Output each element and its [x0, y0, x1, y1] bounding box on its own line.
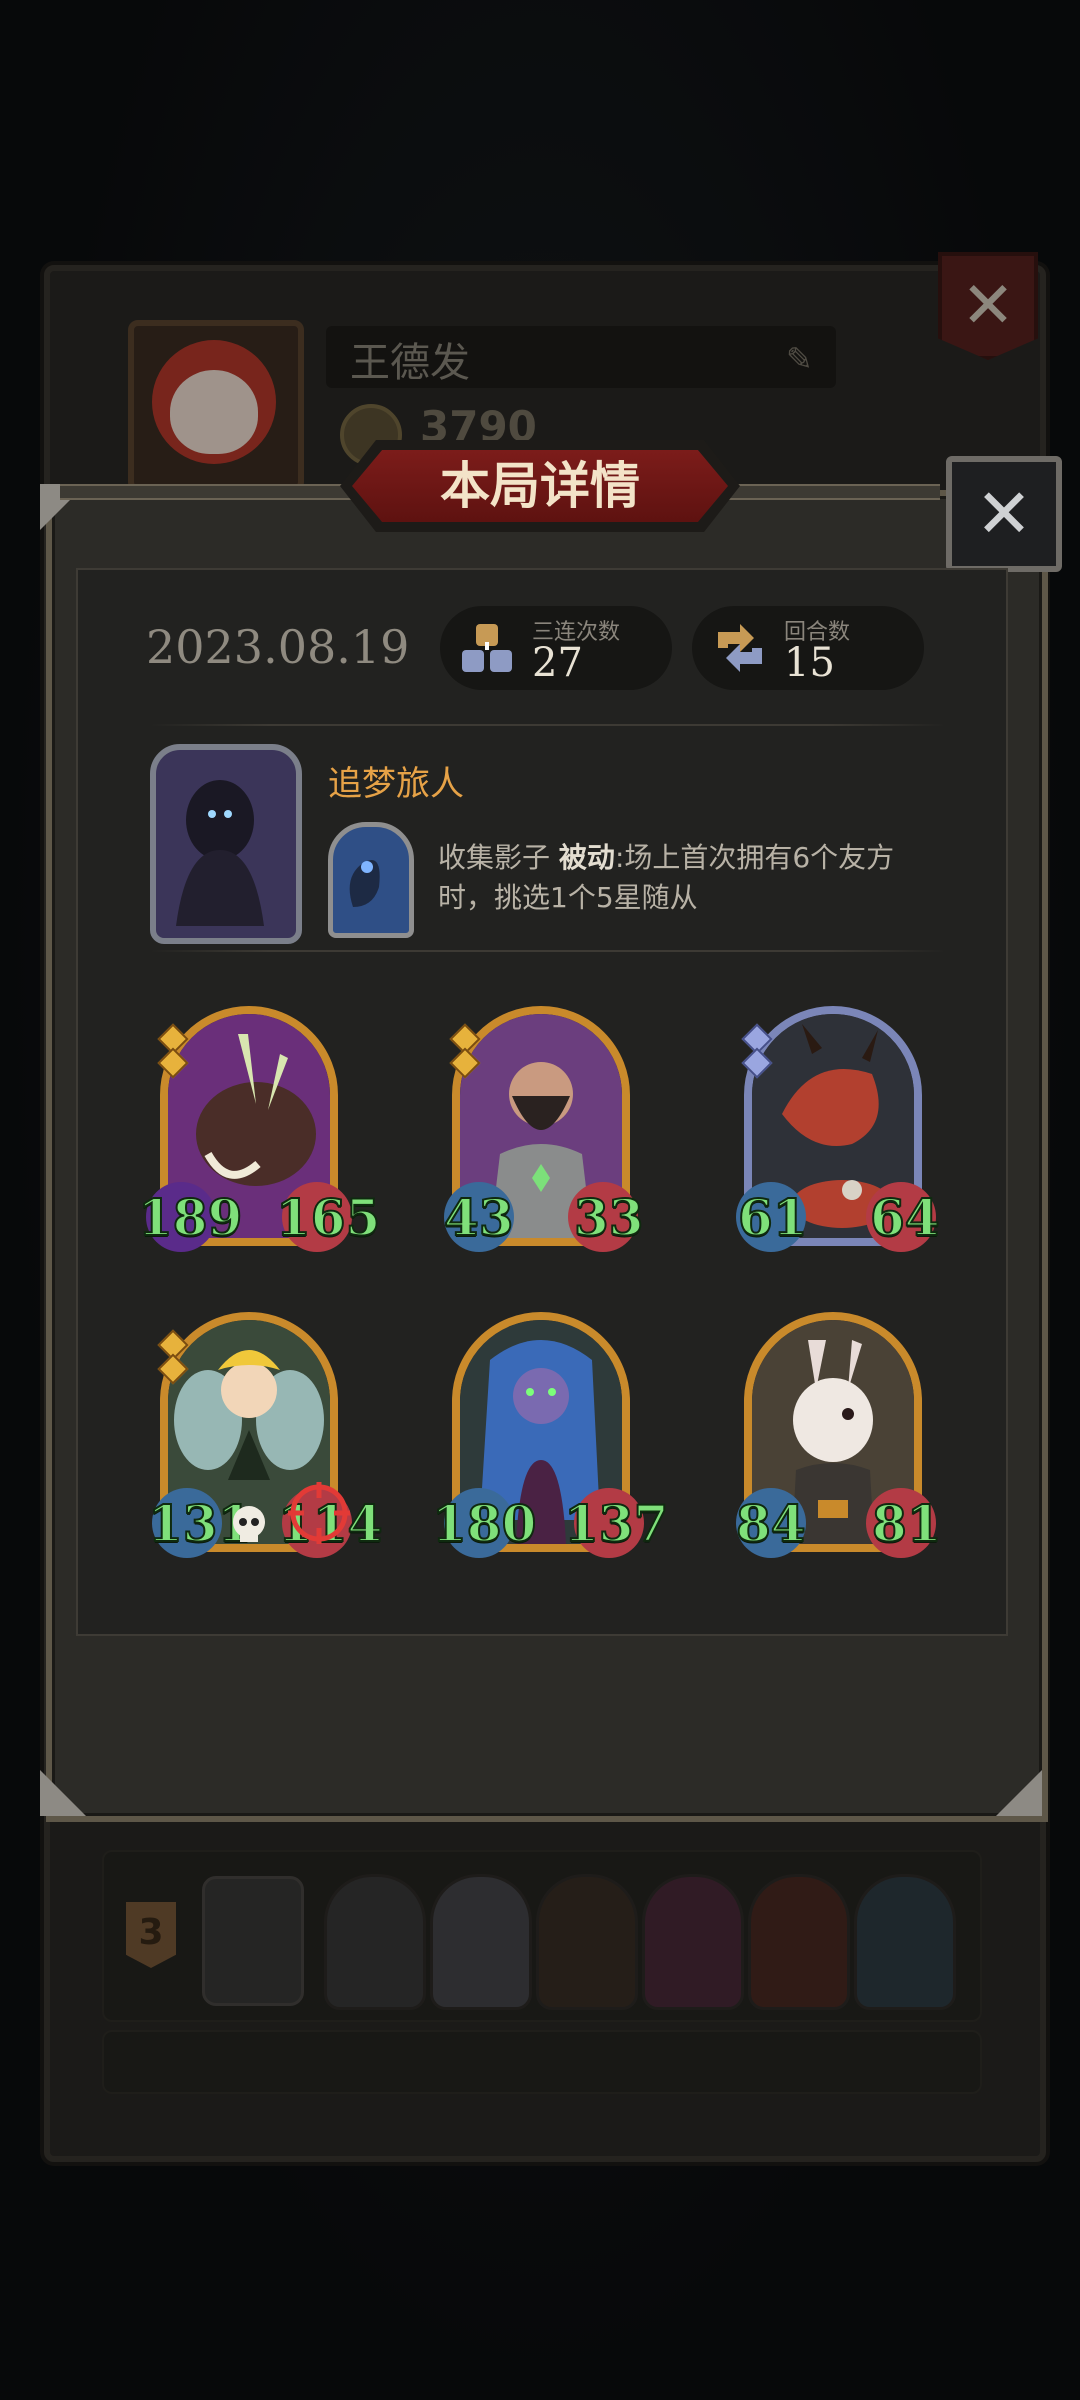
- triple-blocks-icon: [462, 624, 512, 672]
- close-button[interactable]: ✕: [946, 456, 1062, 572]
- skill-type: 被动: [558, 841, 615, 874]
- hero-portrait[interactable]: [150, 744, 302, 944]
- modal-title: 本局详情: [440, 457, 640, 515]
- unit-attack: 84: [735, 1493, 807, 1554]
- unit-health: 137: [563, 1493, 669, 1554]
- unit-card[interactable]: 43 33: [443, 1006, 645, 1252]
- triple-count-stat: 三连次数 27: [440, 606, 672, 690]
- close-icon: ✕: [975, 474, 1033, 554]
- hero-name: 追梦旅人: [328, 764, 464, 804]
- skill-name: 收集影子: [438, 841, 551, 874]
- match-date: 2023.08.19: [146, 620, 410, 674]
- target-icon: [288, 1482, 350, 1544]
- stat-value: 27: [532, 640, 583, 686]
- unit-health: 64: [869, 1187, 941, 1248]
- unit-attack: 180: [431, 1493, 537, 1554]
- unit-health: 33: [573, 1187, 645, 1248]
- unit-attack: 189: [137, 1187, 243, 1248]
- skull-icon: [233, 1506, 265, 1542]
- unit-card[interactable]: 84 81: [735, 1312, 943, 1558]
- unit-attack: 61: [737, 1187, 809, 1248]
- unit-attack: 43: [443, 1187, 515, 1248]
- hero-skill-description: 收集影子 被动:场上首次拥有6个友方时，挑选1个5星随从: [438, 838, 938, 918]
- stat-value: 15: [784, 640, 835, 686]
- unit-card[interactable]: 131 114: [147, 1312, 383, 1558]
- modal-footer: [46, 1632, 1036, 1810]
- unit-health: 81: [871, 1493, 943, 1554]
- unit-card[interactable]: 189 165: [137, 1006, 381, 1252]
- round-arrows-icon: [718, 624, 762, 672]
- unit-card[interactable]: 180 137: [431, 1312, 669, 1558]
- hero-skill-icon[interactable]: [328, 822, 414, 938]
- unit-health: 165: [275, 1187, 381, 1248]
- unit-card[interactable]: 61 64: [736, 1006, 941, 1252]
- round-count-stat: 回合数 15: [692, 606, 924, 690]
